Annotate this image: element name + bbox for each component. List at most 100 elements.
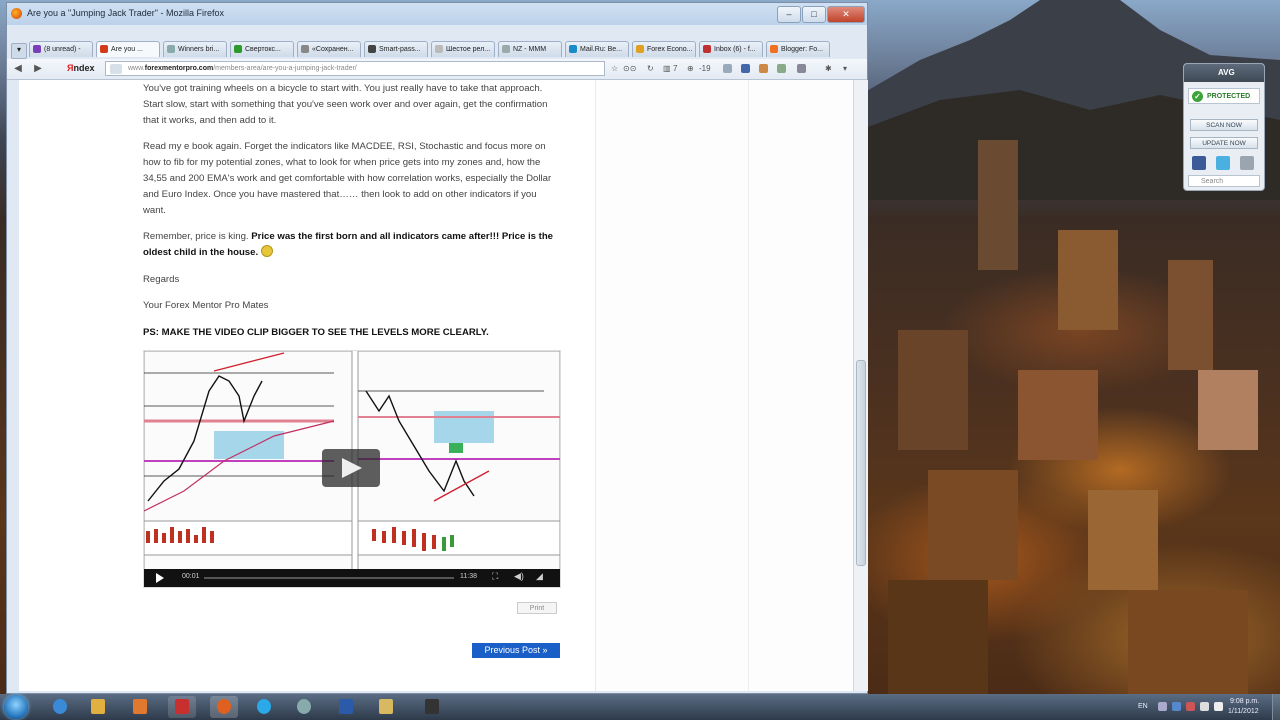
yandex-logo[interactable]: Яndex [67, 63, 94, 73]
video-time-total: 11:38 [460, 573, 477, 580]
tray-expand-icon[interactable] [1158, 702, 1167, 711]
tab-1[interactable]: Are you ... [96, 41, 160, 57]
avg-widget: AVG ✓ PROTECTED SCAN NOW UPDATE NOW Sear… [1183, 63, 1265, 191]
tab-10[interactable]: Inbox (6) - f... [699, 41, 763, 57]
twitter-icon[interactable] [1216, 156, 1230, 170]
scrollbar-thumb[interactable] [856, 360, 866, 566]
avg-update-button[interactable]: UPDATE NOW [1190, 137, 1258, 149]
counter-b: -19 [699, 64, 711, 73]
play-triangle-icon [342, 458, 362, 478]
site-identity-icon[interactable] [110, 64, 122, 74]
video-play-overlay[interactable] [322, 449, 380, 487]
taskbar-media-icon[interactable] [126, 696, 154, 718]
maximize-button[interactable]: □ [802, 6, 826, 23]
video-seek-bar[interactable] [204, 577, 454, 579]
stats-icon[interactable]: ▥ [663, 63, 671, 75]
rank-icon[interactable]: ⊕ [687, 63, 694, 75]
facebook-icon[interactable] [1192, 156, 1206, 170]
bookmark-star-icon[interactable]: ☆ [611, 63, 618, 75]
taskbar-orb-icon[interactable] [290, 696, 318, 718]
downloads-icon[interactable] [777, 64, 786, 73]
taskbar-explorer-icon[interactable] [84, 696, 112, 718]
taskbar: EN 9:08 p.m. 1/11/2012 [0, 694, 1280, 720]
taskbar-app-icon[interactable] [168, 696, 196, 718]
volume-icon[interactable]: ◀) [514, 571, 524, 582]
tab-6[interactable]: Шестое рел... [431, 41, 495, 57]
tab-7[interactable]: NZ - MMM [498, 41, 562, 57]
window-title: Are you a "Jumping Jack Trader" - Mozill… [27, 8, 224, 18]
tab-2[interactable]: Winners bri... [163, 41, 227, 57]
clock-time[interactable]: 9:08 p.m. [1230, 698, 1259, 705]
avg-settings-icon[interactable] [1240, 156, 1254, 170]
tab-3[interactable]: Свертокс... [230, 41, 294, 57]
tray-avg-icon[interactable] [1186, 702, 1195, 711]
video-time-current: 00:01 [182, 573, 200, 580]
bookmarks-icon[interactable] [759, 64, 768, 73]
yandex-text: ndex [73, 63, 95, 73]
tab-label: Mail.Ru: Be... [580, 46, 623, 53]
minimize-button[interactable]: – [777, 6, 801, 23]
language-indicator[interactable]: EN [1138, 703, 1148, 710]
volume-level-icon[interactable]: ◢ [536, 571, 543, 582]
taskbar-ie-icon[interactable] [46, 696, 74, 718]
tab-label: Winners bri... [178, 46, 220, 53]
tab-label: (8 unread) - [44, 46, 81, 53]
network-icon[interactable] [1200, 702, 1209, 711]
fullscreen-icon[interactable]: ⛶ [492, 571, 498, 582]
mail-icon[interactable] [741, 64, 750, 73]
close-button[interactable]: ✕ [827, 6, 865, 23]
tab-5[interactable]: Smart-pass... [364, 41, 428, 57]
vertical-scrollbar[interactable] [853, 80, 868, 691]
tab-favicon-icon [33, 45, 41, 53]
forward-arrow-icon[interactable]: ▶ [31, 62, 45, 76]
signature-text: Your Forex Mentor Pro Mates [143, 300, 269, 311]
previous-post-button[interactable]: Previous Post » [472, 643, 560, 658]
title-bar: Are you a "Jumping Jack Trader" - Mozill… [7, 3, 867, 25]
addon-icon[interactable] [723, 64, 732, 73]
clock-date[interactable]: 1/11/2012 [1228, 708, 1259, 715]
start-button[interactable] [4, 695, 28, 719]
print-button[interactable]: Print [517, 602, 557, 614]
firefox-icon[interactable] [11, 8, 22, 19]
play-icon[interactable] [156, 573, 164, 583]
tab-4[interactable]: «Сохранен... [297, 41, 361, 57]
tab-bar: ▾ (8 unread) - Are you ... Winners bri... С… [7, 25, 867, 59]
sidebar-column [595, 80, 865, 691]
taskbar-recorder-icon[interactable] [418, 696, 446, 718]
avg-search-input[interactable]: Search [1188, 175, 1260, 187]
tab-label: Forex Econo... [647, 46, 693, 53]
addons-gear-icon[interactable]: ✱ [825, 63, 832, 75]
reload-icon[interactable]: ↻ [647, 63, 654, 75]
navigation-bar: ◀ ▶ Яndex www.forexmentorpro.com/members… [7, 59, 867, 80]
tray-skype-icon[interactable] [1172, 702, 1181, 711]
tab-favicon-icon [368, 45, 376, 53]
show-desktop-button[interactable] [1272, 694, 1280, 720]
paragraph-training-wheels: You've got training wheels on a bicycle … [143, 83, 548, 126]
avg-header: AVG [1184, 64, 1264, 82]
video-player[interactable]: 00:01 11:38 ⛶ ◀) ◢ [143, 350, 561, 588]
url-bar[interactable]: www.forexmentorpro.com/members-area/are-… [105, 61, 605, 76]
taskbar-word-icon[interactable] [332, 696, 360, 718]
taskbar-skype-icon[interactable] [250, 696, 278, 718]
tab-8[interactable]: Mail.Ru: Be... [565, 41, 629, 57]
go-arrow-icon[interactable]: ⊙⊙ [623, 63, 636, 75]
tab-0[interactable]: (8 unread) - [29, 41, 93, 57]
menu-chevron-icon[interactable]: ▾ [843, 63, 847, 75]
tab-list-icon[interactable]: ▾ [11, 43, 27, 59]
back-arrow-icon[interactable]: ◀ [11, 62, 25, 76]
smiley-icon [260, 245, 273, 257]
home-icon[interactable] [797, 64, 806, 73]
taskbar-firefox-icon[interactable] [210, 696, 238, 718]
avg-scan-button[interactable]: SCAN NOW [1190, 119, 1258, 131]
paragraph-price-king: Remember, price is king. Price was the f… [143, 229, 555, 261]
tab-favicon-icon [100, 45, 108, 53]
taskbar-folder-icon[interactable] [372, 696, 400, 718]
volume-icon[interactable] [1214, 702, 1223, 711]
tab-9[interactable]: Forex Econo... [632, 41, 696, 57]
paragraph-ebook: Read my e book again. Forget the indicat… [143, 141, 552, 216]
tab-favicon-icon [435, 45, 443, 53]
counter-a: 7 [673, 64, 678, 73]
url-path: /members-area/are-you-a-jumping-jack-tra… [213, 65, 357, 72]
tab-label: Are you ... [111, 46, 143, 53]
tab-11[interactable]: Blogger: Fo... [766, 41, 830, 57]
